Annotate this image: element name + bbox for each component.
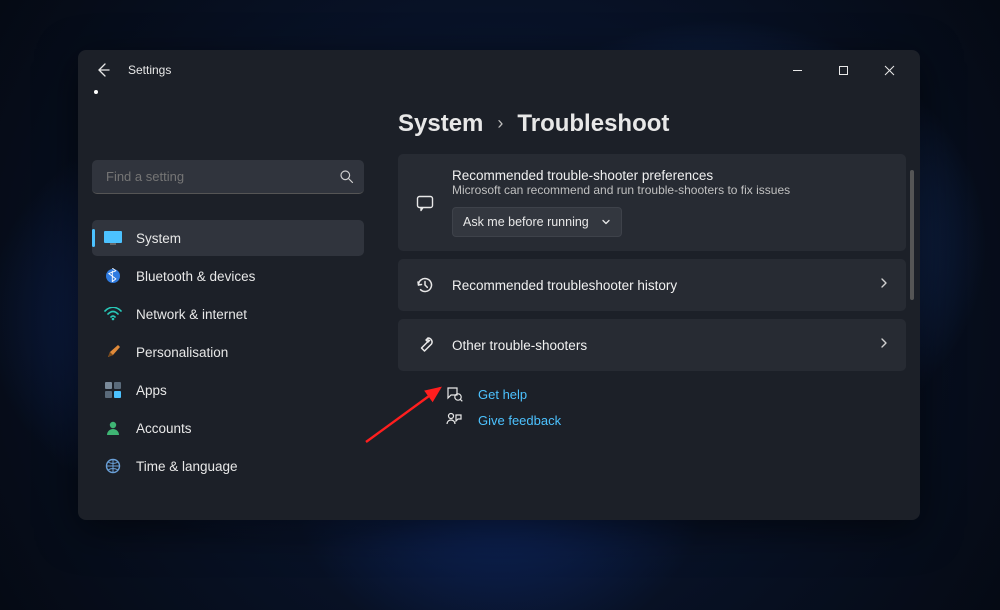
settings-window: Settings System [78, 50, 920, 520]
scrollbar[interactable] [910, 170, 914, 510]
sidebar-item-label: System [136, 231, 181, 246]
display-icon [104, 229, 122, 247]
history-icon [414, 275, 436, 295]
sidebar-item-time-language[interactable]: Time & language [92, 448, 364, 484]
titlebar: Settings [78, 50, 920, 90]
chevron-right-icon [878, 336, 890, 354]
bluetooth-icon [104, 267, 122, 285]
link-get-help[interactable]: Get help [444, 385, 906, 403]
sidebar-item-system[interactable]: System [92, 220, 364, 256]
minimize-button[interactable] [774, 54, 820, 86]
breadcrumb-root[interactable]: System [398, 110, 483, 138]
sidebar-item-personalisation[interactable]: Personalisation [92, 334, 364, 370]
help-links: Get help Give feedback [398, 379, 906, 429]
sidebar-nav: System Bluetooth & devices Network & int… [92, 220, 364, 484]
chevron-right-icon: › [497, 113, 503, 134]
help-chat-icon [444, 385, 464, 403]
page-title: Troubleshoot [517, 110, 669, 138]
search-input[interactable] [106, 169, 339, 184]
sidebar-item-label: Accounts [136, 421, 192, 436]
feedback-icon [444, 411, 464, 429]
card-title: Recommended trouble-shooter preferences [452, 168, 890, 183]
main-panel: System › Troubleshoot Recommended troubl… [378, 90, 920, 520]
sidebar-item-label: Apps [136, 383, 167, 398]
search-box[interactable] [92, 160, 364, 194]
person-icon [104, 419, 122, 437]
sidebar-item-label: Personalisation [136, 345, 228, 360]
sidebar-item-network[interactable]: Network & internet [92, 296, 364, 332]
wrench-icon [414, 335, 436, 355]
window-title: Settings [128, 63, 171, 77]
search-icon [339, 169, 354, 184]
card-title: Recommended troubleshooter history [452, 278, 862, 293]
back-button[interactable] [94, 61, 112, 79]
link-label: Get help [478, 387, 527, 402]
link-label: Give feedback [478, 413, 561, 428]
card-recommended-preferences: Recommended trouble-shooter preferences … [398, 154, 906, 251]
card-other-troubleshooters[interactable]: Other trouble-shooters [398, 319, 906, 371]
sidebar-item-label: Bluetooth & devices [136, 269, 255, 284]
content-area: System Bluetooth & devices Network & int… [78, 90, 920, 520]
scrollbar-thumb[interactable] [910, 170, 914, 300]
chevron-down-icon [601, 217, 611, 227]
dropdown-value: Ask me before running [463, 215, 589, 229]
card-troubleshooter-history[interactable]: Recommended troubleshooter history [398, 259, 906, 311]
sidebar-item-bluetooth[interactable]: Bluetooth & devices [92, 258, 364, 294]
link-give-feedback[interactable]: Give feedback [444, 411, 906, 429]
globe-icon [104, 457, 122, 475]
sidebar: System Bluetooth & devices Network & int… [78, 90, 378, 520]
maximize-button[interactable] [820, 54, 866, 86]
card-subtitle: Microsoft can recommend and run trouble-… [452, 183, 890, 197]
sidebar-item-apps[interactable]: Apps [92, 372, 364, 408]
chevron-right-icon [878, 276, 890, 294]
preference-dropdown[interactable]: Ask me before running [452, 207, 622, 237]
apps-icon [104, 381, 122, 399]
user-indicator [94, 90, 98, 94]
sidebar-item-accounts[interactable]: Accounts [92, 410, 364, 446]
chat-icon [414, 193, 436, 213]
card-title: Other trouble-shooters [452, 338, 862, 353]
sidebar-item-label: Network & internet [136, 307, 247, 322]
close-button[interactable] [866, 54, 912, 86]
wifi-icon [104, 305, 122, 323]
paintbrush-icon [104, 343, 122, 361]
breadcrumb: System › Troubleshoot [398, 90, 906, 154]
sidebar-item-label: Time & language [136, 459, 238, 474]
